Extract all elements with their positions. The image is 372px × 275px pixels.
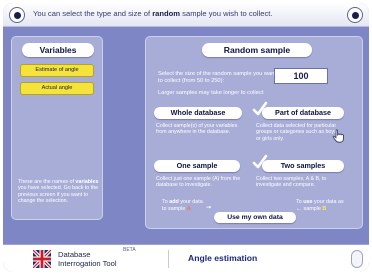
sample-b-label: B [322,205,327,212]
variables-title: Variables [22,43,94,57]
app-name-line2: Interrogation Tool [58,259,117,268]
add-data-hint: To add your data to sample A [162,199,232,212]
arrow-right-icon: ← [296,205,302,212]
part-of-database-button[interactable]: Part of database [262,107,344,119]
add-hint-line2: to sample [162,205,187,212]
union-jack-logo-icon [33,250,51,268]
use-hint-mid: your data as [312,199,344,205]
two-samples-description: Collect two samples, A & B, to investiga… [256,176,327,189]
random-sample-panel: Random sample Select the size of the ran… [145,36,363,229]
back-button[interactable] [9,7,25,23]
use-hint-bold: use [303,199,313,205]
app-name: Database Interrogation Tool [58,250,117,268]
add-hint-mid: your data [178,199,203,205]
part-of-database-description: Collect data selected for particular gro… [256,123,337,142]
use-my-own-data-button[interactable]: Use my own data [214,212,296,223]
use-hint-line2: sample [303,205,323,212]
whole-database-description: Collect sample(s) of your variables from… [156,123,238,136]
sample-size-instruction: Select the size of the random sample you… [158,71,276,85]
footer-end-cap [351,250,363,268]
variables-hint: These are the names of variables you hav… [18,179,100,205]
instruction-pre: You can select the type and size of [33,9,153,18]
hand-cursor-icon [332,129,344,143]
variable-item-actual-angle[interactable]: Actual angle [20,82,94,95]
whole-database-button[interactable]: Whole database [154,107,242,119]
footer-bar: Database Interrogation Tool BETA Angle e… [3,244,369,272]
sample-a-label: A [186,205,191,212]
hint-post: you have selected. Go back to the previo… [18,185,99,205]
sample-size-note: Larger samples may take longer to collec… [158,90,264,96]
record-icon [351,11,359,19]
two-samples-button[interactable]: Two samples [262,160,344,172]
instruction-text: You can select the type and size of rand… [33,9,273,18]
hint-pre: These are the names of [18,179,76,185]
one-sample-description: Collect just one sample (A) from the dat… [156,176,241,189]
next-button[interactable] [347,7,363,23]
instruction-bar: You can select the type and size of rand… [3,3,369,27]
arrow-left-icon: → [206,204,212,211]
variable-item-estimate-of-angle[interactable]: Estimate of angle [20,64,94,77]
beta-badge: BETA [123,247,136,253]
add-hint-bold: add [169,199,179,205]
section-title: Angle estimation [188,253,258,263]
record-icon [13,11,21,19]
app-name-line1: Database [58,250,91,259]
hint-bold: variables [75,179,99,185]
instruction-bold: random [152,9,181,18]
footer-divider [168,250,169,268]
random-sample-title: Random sample [202,43,312,57]
use-data-hint: To use your data as ← sample B [296,199,360,212]
app-frame: You can select the type and size of rand… [3,3,369,272]
instruction-post: sample you wish to collect. [180,9,273,18]
one-sample-button[interactable]: One sample [154,160,240,172]
sample-size-field[interactable]: 100 [274,68,328,84]
variables-panel: Variables Estimate of angle Actual angle… [11,36,103,220]
